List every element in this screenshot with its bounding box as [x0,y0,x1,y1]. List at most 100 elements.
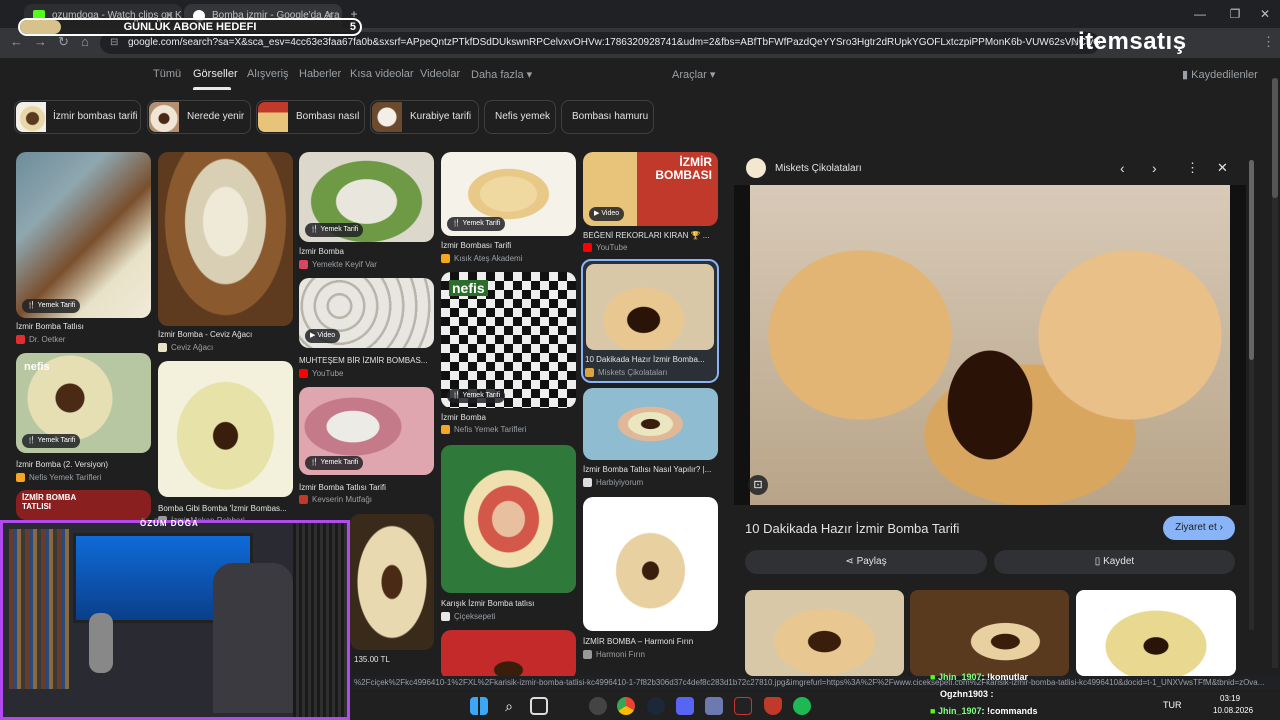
result-image[interactable] [583,388,718,460]
result-caption[interactable]: İzmir Bomba Tatlısı Tarifi [299,483,434,492]
more-options-icon[interactable]: ⋮ [1186,160,1199,176]
search-icon[interactable]: ⌕ [500,697,518,715]
result-image[interactable]: nefis 🍴 Yemek Tarifi [441,272,576,408]
share-button[interactable]: ⋖ Paylaş [745,550,987,574]
clock-date[interactable]: 10.08.2026 [1213,706,1253,715]
tab-images[interactable]: Görseller [193,68,238,80]
tab-shopping[interactable]: Alışveriş [247,68,289,80]
app-icon[interactable] [705,697,723,715]
start-icon[interactable] [470,697,488,715]
result-source[interactable]: Dr. Oetker [16,335,151,344]
related-image[interactable] [910,590,1069,676]
result-caption[interactable]: İzmir Bomba - Ceviz Ağacı [158,330,293,339]
preview-title[interactable]: 10 Dakikada Hazır İzmir Bomba Tarifi [745,521,959,536]
result-caption[interactable]: İzmir Bomba (2. Versiyon) [16,460,151,469]
forward-icon[interactable]: → [34,34,47,49]
result-image[interactable]: İZMİR BOMBA TATLISI [16,490,151,520]
chip-nefis-yemek[interactable]: Nefis yemek [484,100,556,134]
result-image[interactable] [158,152,293,326]
result-source[interactable]: Nefis Yemek Tarifleri [16,473,151,482]
chrome-icon[interactable] [617,697,635,715]
result-source[interactable]: YouTube [583,243,718,252]
result-image[interactable] [583,497,718,631]
result-caption[interactable]: Bomba Gibi Bomba 'İzmir Bombas... [158,504,293,513]
result-caption[interactable]: İzmir Bomba Tatlısı Nasıl Yapılır? |... [583,465,718,474]
result-price[interactable]: 135.00 TL [354,655,434,664]
app-icon[interactable] [734,697,752,715]
related-image[interactable] [745,590,904,676]
result-source[interactable]: YouTube [299,369,434,378]
scrollbar-thumb[interactable] [1272,78,1278,198]
result-image[interactable] [350,514,434,650]
next-icon[interactable]: › [1152,160,1157,176]
home-icon[interactable]: ⌂ [81,34,89,49]
panel-source-name[interactable]: Miskets Çikolataları [775,163,862,174]
chip-nerede-yenir[interactable]: Nerede yenir [147,100,251,134]
saved-button[interactable]: ▮ Kaydedilenler [1182,68,1258,81]
steam-icon[interactable] [647,697,665,715]
result-source[interactable]: Ceviz Ağacı [158,343,293,352]
tools-button[interactable]: Araçlar ▾ [672,68,715,81]
result-caption[interactable]: İzmir Bombası Tarifi [441,241,576,250]
result-image[interactable]: İZMİR BOMBASI ▶ Video [583,152,718,226]
result-caption[interactable]: Karışık İzmir Bomba tatlısı [441,599,576,608]
shield-icon[interactable] [764,697,782,715]
tab-more[interactable]: Daha fazla ▾ [471,68,532,81]
result-caption[interactable]: MUHTEŞEM BİR İZMİR BOMBAS... [299,356,434,365]
save-button[interactable]: ▯ Kaydet [994,550,1235,574]
panel-scrollbar[interactable] [1249,160,1254,630]
result-source[interactable]: Kısık Ateş Akademi [441,254,576,263]
result-source[interactable]: Harbiyiyorum [583,478,718,487]
related-image[interactable] [1076,590,1236,676]
menu-icon[interactable]: ⋮ [1262,34,1275,50]
chip-label: İzmir bombası tarifi [53,111,138,122]
result-image[interactable]: ▶ Video [299,278,434,348]
reload-icon[interactable]: ↻ [58,34,69,50]
thumbnail-title-text: İZMİR BOMBASI [655,156,712,182]
result-image-selected[interactable]: 10 Dakikada Hazır İzmir Bomba... Miskets… [581,259,719,383]
visit-button[interactable]: Ziyaret et › [1163,516,1235,540]
minimize-button[interactable]: — [1180,0,1220,28]
close-window-button[interactable]: ✕ [1245,0,1280,28]
page-scrollbar[interactable] [1272,78,1278,668]
lens-icon[interactable]: ⊡ [748,475,768,495]
result-caption[interactable]: İzmir Bomba [441,413,576,422]
result-image[interactable] [158,361,293,497]
tab-all[interactable]: Tümü [153,68,181,80]
tab-news[interactable]: Haberler [299,68,341,80]
result-source[interactable]: Yemekte Keyif Var [299,260,434,269]
close-icon[interactable]: ✕ [1217,160,1228,176]
previous-icon[interactable]: ‹ [1120,160,1125,176]
language-indicator[interactable]: TUR [1163,700,1182,710]
back-icon[interactable]: ← [10,34,23,49]
result-caption[interactable]: İzmir Bomba [299,247,434,256]
preview-image[interactable]: ⊡ [734,185,1246,505]
result-source[interactable]: Çiçeksepeti [441,612,576,621]
result-source[interactable]: Kevserin Mutfağı [299,495,434,504]
chip-izmir-bombasi-tarifi[interactable]: İzmir bombası tarifi [14,100,141,134]
result-caption[interactable]: İZMİR BOMBA – Harmoni Fırın [583,637,718,646]
result-source[interactable]: Nefis Yemek Tarifleri [441,425,576,434]
chip-bombasi-hamuru[interactable]: Bombası hamuru [561,100,654,134]
tab-short-videos[interactable]: Kısa videolar [350,68,414,80]
result-image[interactable]: 🍴 Yemek Tarifi [441,152,576,236]
chip-bombasi-nasil[interactable]: Bombası nasıl [256,100,365,134]
scrollbar-thumb[interactable] [1249,160,1254,360]
result-image[interactable]: 🍴 Yemek Tarifi [299,387,434,475]
chip-kurabiye-tarifi[interactable]: Kurabiye tarifi [370,100,479,134]
spotify-icon[interactable] [793,697,811,715]
task-view-icon[interactable] [530,697,548,715]
clock-time[interactable]: 03:19 [1220,694,1240,703]
tab-videos[interactable]: Videolar [420,68,460,80]
obs-icon[interactable] [589,697,607,715]
result-image[interactable] [441,630,576,680]
result-caption[interactable]: İzmir Bomba Tatlısı [16,322,151,331]
result-image[interactable] [441,445,576,593]
result-source[interactable]: Harmoni Fırın [583,650,718,659]
result-image[interactable]: 🍴 Yemek Tarifi [299,152,434,242]
result-image[interactable]: nefis 🍴 Yemek Tarifi [16,353,151,453]
result-source-label: Yemekte Keyif Var [312,260,377,269]
result-caption[interactable]: BEĞENİ REKORLARI KIRAN 🏆 ... [583,231,718,240]
result-image[interactable]: 🍴 Yemek Tarifi [16,152,151,318]
discord-icon[interactable] [676,697,694,715]
